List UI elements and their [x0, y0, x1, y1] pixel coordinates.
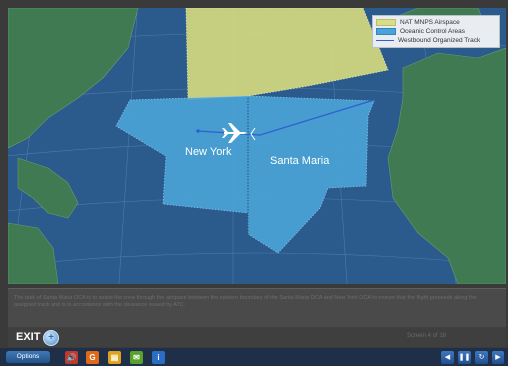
legend-item-oca: Oceanic Control Areas	[376, 27, 496, 36]
caption-text: The task of Santa Maria OCA is to assist…	[14, 295, 477, 308]
track-endpoint	[196, 129, 200, 133]
map-legend: NAT MNPS Airspace Oceanic Control Areas …	[372, 15, 500, 48]
ocean-map	[8, 8, 506, 284]
south-america	[8, 222, 59, 284]
chat-icon[interactable]: ✉	[130, 351, 143, 364]
notes-icon[interactable]: ▤	[108, 351, 121, 364]
course-player: NAT MNPS Airspace Oceanic Control Areas …	[0, 0, 508, 366]
europe-africa	[387, 47, 506, 284]
legend-label-oca: Oceanic Control Areas	[400, 28, 466, 35]
map-panel: NAT MNPS Airspace Oceanic Control Areas …	[8, 8, 506, 284]
legend-item-track: Westbound Organized Track	[376, 36, 496, 45]
nat-mnps-airspace	[185, 8, 389, 101]
oca-swatch-icon	[376, 28, 396, 35]
track-swatch-icon	[376, 40, 394, 41]
plus-circle-icon[interactable]: +	[43, 330, 59, 346]
oceanic-control-areas	[115, 95, 375, 254]
exit-bar: EXIT + Screen 4 of 18	[8, 327, 506, 347]
santa-maria-label: Santa Maria	[270, 155, 330, 167]
new-york-label: New York	[185, 146, 232, 158]
legend-label-track: Westbound Organized Track	[398, 37, 481, 44]
glossary-icon[interactable]: G	[86, 351, 99, 364]
replay-icon[interactable]: ↻	[475, 351, 488, 364]
exit-button[interactable]: EXIT	[16, 331, 40, 343]
info-icon[interactable]: i	[152, 351, 165, 364]
legend-label-mnps: NAT MNPS Airspace	[400, 19, 460, 26]
mnps-swatch-icon	[376, 19, 396, 26]
legend-item-mnps: NAT MNPS Airspace	[376, 18, 496, 27]
options-button[interactable]: Options	[6, 351, 50, 363]
pause-icon[interactable]: ❚❚	[458, 351, 471, 364]
screen-counter: Screen 4 of 18	[406, 333, 446, 339]
bottom-toolbar: Options 🔊 G ▤ ✉ i ◀ ❚❚ ↻ ▶	[0, 348, 508, 366]
caption-panel: The task of Santa Maria OCA is to assist…	[8, 288, 506, 327]
back-icon[interactable]: ◀	[441, 351, 454, 364]
audio-icon[interactable]: 🔊	[65, 351, 78, 364]
next-icon[interactable]: ▶	[492, 351, 504, 364]
